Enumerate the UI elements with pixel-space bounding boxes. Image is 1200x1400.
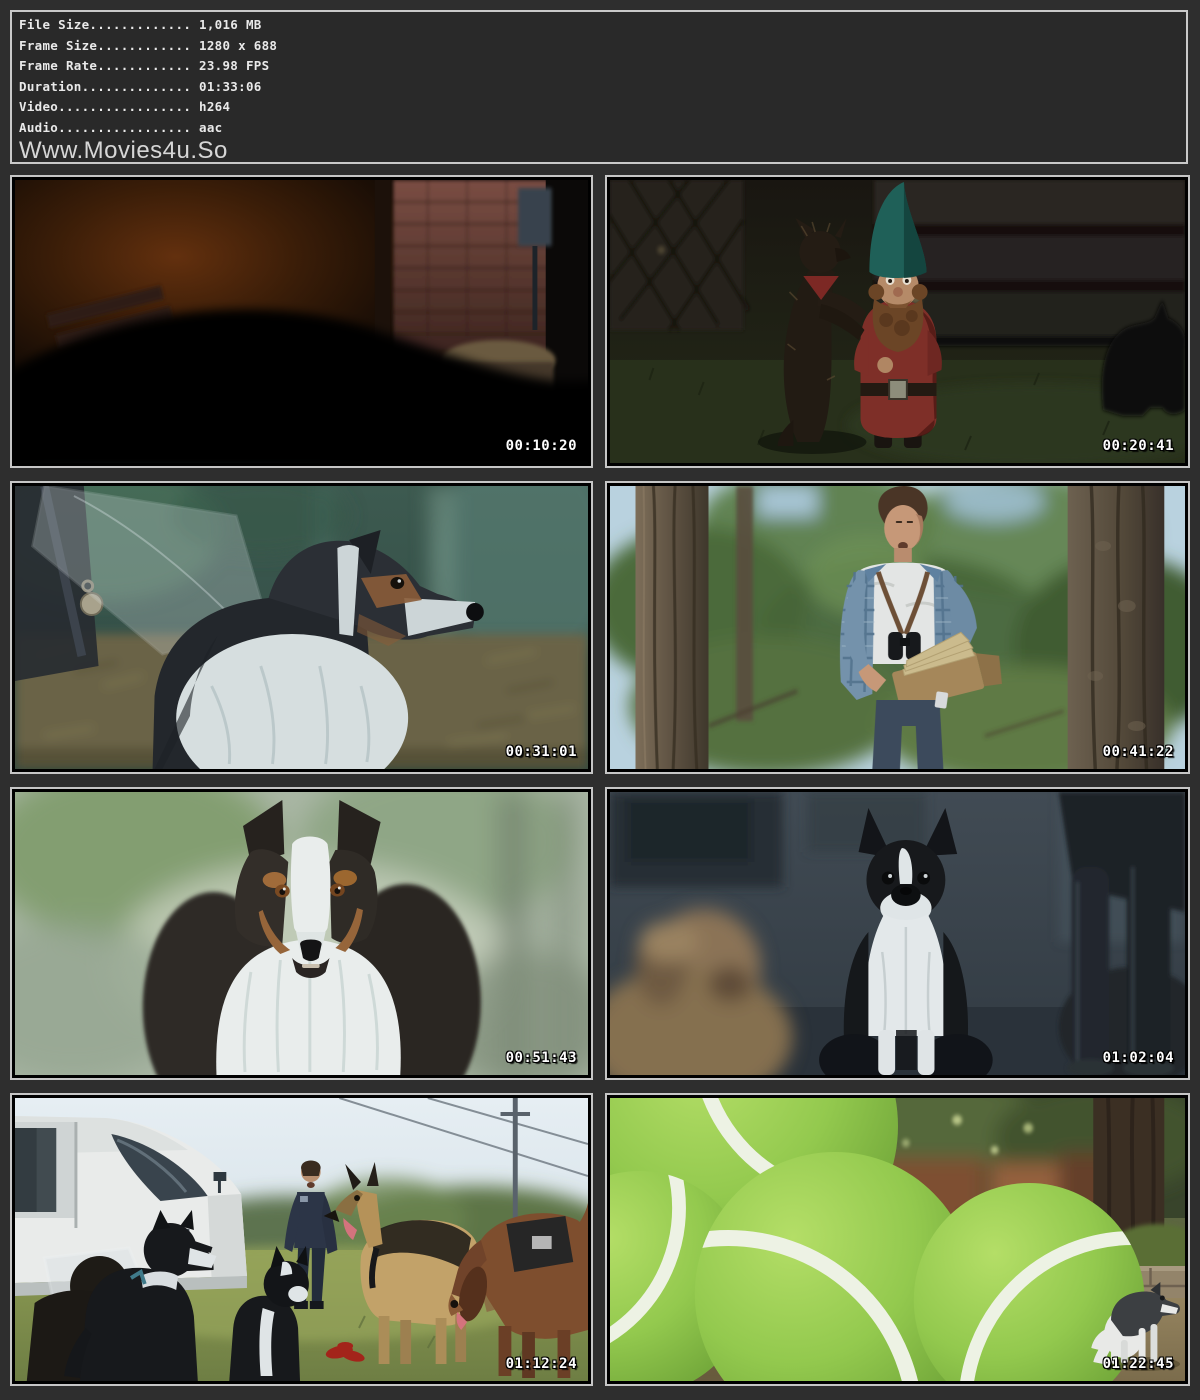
timestamp-overlay: 00:41:22 (1103, 744, 1174, 760)
scene-gnome-art (610, 180, 1185, 463)
screenshot-thumb-2: 00:20:41 (605, 175, 1190, 468)
site-watermark: Www.Movies4u.So (19, 138, 1178, 164)
screenshot-thumb-5: 00:51:43 (10, 787, 593, 1080)
media-info-audio: Audio................. aac (19, 118, 1178, 139)
screenshot-thumb-1: 00:10:20 (10, 175, 593, 468)
screenshot-grid: 00:10:20 (10, 175, 1190, 1386)
timestamp-overlay: 00:10:20 (506, 438, 577, 454)
screenshot-thumb-6: 01:02:04 (605, 787, 1190, 1080)
timestamp-overlay: 01:02:04 (1103, 1050, 1174, 1066)
media-info-panel: File Size............. 1,016 MB Frame Si… (10, 10, 1188, 164)
scene-barn-aussie-art (15, 486, 588, 769)
scene-forest-man-art (610, 486, 1185, 769)
media-info-video: Video................. h264 (19, 97, 1178, 118)
timestamp-overlay: 01:22:45 (1103, 1356, 1174, 1372)
screenshot-thumb-7: 14 (10, 1093, 593, 1386)
media-info-file-size: File Size............. 1,016 MB (19, 15, 1178, 36)
timestamp-overlay: 00:51:43 (506, 1050, 577, 1066)
scene-boston-terrier-art (610, 792, 1185, 1075)
timestamp-overlay: 00:20:41 (1103, 438, 1174, 454)
timestamp-overlay: 01:12:24 (506, 1356, 577, 1372)
scene-aussie-portrait-art (15, 792, 588, 1075)
media-info-duration: Duration.............. 01:33:06 (19, 77, 1178, 98)
timestamp-overlay: 00:31:01 (506, 744, 577, 760)
screenshot-thumb-3: 00:31:01 (10, 481, 593, 774)
screenshot-thumb-4: 00:41:22 (605, 481, 1190, 774)
screenshot-thumb-8: 01:22:45 (605, 1093, 1190, 1386)
scene-tennis-balls-art (610, 1098, 1185, 1381)
media-info-frame-rate: Frame Rate............ 23.98 FPS (19, 56, 1178, 77)
scene-k9-van-art: 14 (15, 1098, 588, 1381)
media-info-frame-size: Frame Size............ 1280 x 688 (19, 36, 1178, 57)
scene-dark-yard-art (15, 180, 588, 463)
